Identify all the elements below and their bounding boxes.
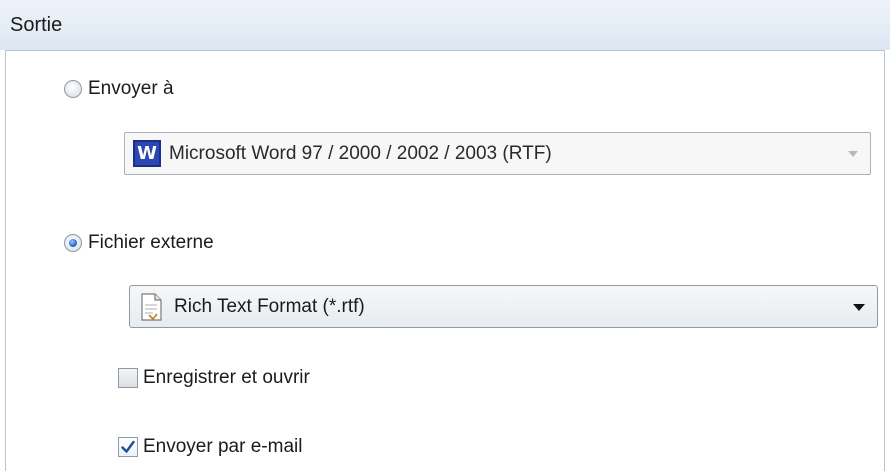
chevron-down-icon	[853, 303, 865, 311]
external-file-radio[interactable]: Fichier externe	[64, 232, 214, 254]
radio-unchecked-icon	[64, 80, 82, 98]
send-to-label: Envoyer à	[88, 78, 174, 99]
section-title: Sortie	[10, 14, 63, 36]
send-to-select[interactable]: W Microsoft Word 97 / 2000 / 2002 / 2003…	[124, 132, 871, 175]
send-to-select-value: Microsoft Word 97 / 2000 / 2002 / 2003 (…	[169, 142, 552, 164]
external-file-select-value: Rich Text Format (*.rtf)	[174, 295, 365, 317]
save-and-open-checkbox[interactable]: Enregistrer et ouvrir	[118, 367, 310, 389]
checkbox-checked-icon	[118, 437, 138, 457]
radio-checked-icon	[64, 234, 82, 252]
send-by-email-label: Envoyer par e-mail	[143, 436, 303, 457]
section-header: Sortie	[0, 0, 890, 50]
send-to-radio[interactable]: Envoyer à	[64, 78, 174, 100]
external-file-label: Fichier externe	[88, 232, 214, 253]
send-by-email-checkbox[interactable]: Envoyer par e-mail	[118, 436, 302, 458]
rtf-file-icon	[140, 292, 164, 321]
chevron-down-icon	[848, 150, 858, 157]
checkbox-unchecked-icon	[118, 368, 138, 388]
output-panel: Envoyer à W Microsoft Word 97 / 2000 / 2…	[5, 50, 885, 471]
save-and-open-label: Enregistrer et ouvrir	[143, 367, 310, 388]
external-file-select[interactable]: Rich Text Format (*.rtf)	[129, 285, 878, 328]
word-icon: W	[133, 140, 161, 167]
